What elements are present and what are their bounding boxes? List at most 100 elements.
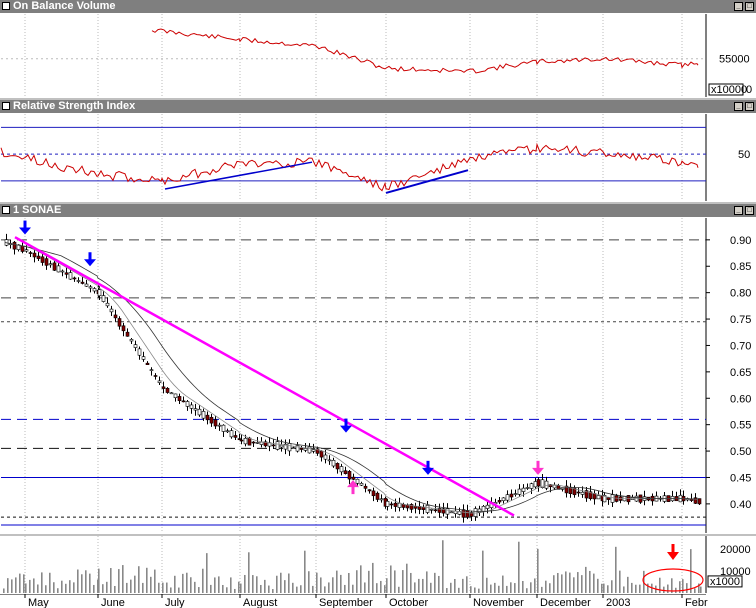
volume-bar [553,575,555,593]
volume-bar [537,548,539,593]
volume-bar [77,569,79,593]
x-axis-labels: May June July August September October Novembe… [0,594,708,608]
price-candle-body [371,490,376,497]
volume-bar [194,581,196,593]
price-candle-body [80,281,85,284]
price-candle-body [117,318,122,327]
volume-bar [244,574,246,593]
price-candle-body [113,314,118,319]
volume-bar [438,575,440,593]
price-candle-body [367,489,372,492]
red-arrow-down-icon [667,552,679,560]
price-candle-body [509,493,514,498]
price-candle-body [68,272,73,280]
volume-bar [268,585,270,593]
price-candle-body [429,508,434,511]
price-candle-body [363,485,368,489]
price-candle-body [359,483,364,486]
blue-arrow-down-icon [84,259,96,267]
x-axis-label: July [165,597,185,608]
price-candle-body [193,408,198,411]
price-candle-body [425,505,430,513]
volume-bar [226,587,228,593]
volume-bar [280,572,282,593]
volume-bar [607,585,609,593]
rsi-plot: 50 [0,114,750,201]
volume-bar [114,585,116,593]
volume-bar [85,570,87,593]
price-candle-body [197,408,202,416]
volume-bar [202,568,204,593]
price-candle-body [185,401,190,407]
volume-bar [106,581,108,593]
x-axis-label: August [243,597,277,608]
volume-bar [384,585,386,593]
price-moving-average-long [4,242,699,512]
price-candle-body [56,265,61,273]
volume-bar [186,572,188,593]
price-candle-body [355,478,360,484]
volume-bar [284,580,286,593]
volume-bar [667,584,669,593]
volume-bar [206,553,208,593]
price-tick-label: 0.85 [730,261,751,273]
volume-bar [142,582,144,593]
volume-bar [502,575,504,593]
price-tick-label: 0.70 [730,340,751,352]
price-candle-body [307,446,312,454]
volume-bar [41,572,43,593]
price-candle-body [177,396,182,401]
volume-bar [561,574,563,593]
volume-bar [694,588,696,593]
price-candle-body [413,506,418,509]
price-candle-body [247,437,252,446]
volume-bar [490,584,492,593]
price-candle-body [517,488,522,495]
price-candle-body [513,493,518,495]
price-candle-body [24,249,29,252]
price-downtrend-line [14,236,515,517]
price-candle-body [259,441,264,445]
volume-bar [312,585,314,593]
volume-bar [23,574,25,593]
volume-bar [569,572,571,593]
price-candle-body [375,492,380,500]
volume-bar [368,570,370,593]
obv-multiplier-label: x10000 [711,84,747,96]
volume-bar [619,570,621,593]
volume-bar [478,588,480,593]
volume-bar [506,585,508,593]
price-candle-body [233,435,238,438]
volume-bar [210,584,212,593]
volume-bar [352,584,354,593]
volume-bar [458,587,460,593]
price-candle-body [157,380,162,383]
volume-bar [581,575,583,593]
price-candle-body [275,441,280,450]
price-candle-body [84,283,89,287]
volume-bar [37,584,39,593]
price-candle-body [173,393,178,399]
volume-bar [498,585,500,593]
volume-bar [577,572,579,593]
volume-bar [45,585,47,593]
volume-bar [410,572,412,593]
volume-bar [364,582,366,593]
volume-bar [182,573,184,593]
volume-bar [426,571,428,593]
price-tick-label: 0.80 [730,288,751,300]
volume-bar [360,565,362,593]
volume-bar [328,582,330,593]
volume-bar [597,578,599,593]
price-candle-body [319,450,324,458]
volume-bar [234,588,236,593]
volume-bar [494,582,496,593]
volume-bar [541,586,543,593]
price-candle-body [445,508,450,515]
volume-bar [69,580,71,593]
price-candle-body [505,494,510,501]
price-candle-body [237,438,242,441]
volume-bar [450,582,452,593]
price-candle-body [299,447,304,450]
volume-bar [526,588,528,593]
